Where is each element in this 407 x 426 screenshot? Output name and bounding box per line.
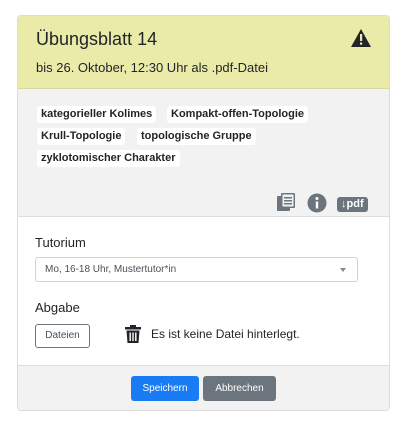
form-section: Tutorium Mo, 16-18 Uhr, Mustertutor*in A… bbox=[18, 217, 389, 365]
abgabe-label: Abgabe bbox=[35, 300, 80, 315]
tutorium-label: Tutorium bbox=[35, 235, 86, 250]
tag: topologische Gruppe bbox=[137, 128, 256, 145]
card-footer: Speichern Abbrechen bbox=[18, 365, 389, 410]
tag: Kompakt-offen-Topologie bbox=[167, 106, 308, 123]
trash-icon[interactable] bbox=[125, 325, 141, 343]
card-title: Übungsblatt 14 bbox=[36, 29, 158, 49]
save-button[interactable]: Speichern bbox=[131, 376, 199, 401]
files-button[interactable]: Dateien bbox=[35, 324, 90, 348]
info-icon[interactable] bbox=[307, 193, 327, 213]
cancel-button[interactable]: Abbrechen bbox=[203, 376, 276, 401]
card-subtitle: bis 26. Oktober, 12:30 Uhr als .pdf-Date… bbox=[36, 60, 268, 75]
card-header: Übungsblatt 14 bis 26. Oktober, 12:30 Uh… bbox=[18, 16, 389, 89]
documents-icon[interactable] bbox=[277, 193, 295, 211]
no-file-text: Es ist keine Datei hinterlegt. bbox=[151, 327, 300, 341]
pdf-download-button[interactable]: ↓pdf bbox=[337, 197, 368, 212]
tutorium-select-value: Mo, 16-18 Uhr, Mustertutor*in bbox=[45, 264, 177, 275]
chevron-down-icon bbox=[340, 268, 346, 272]
tag: zyklotomischer Charakter bbox=[37, 150, 180, 167]
tutorium-select[interactable]: Mo, 16-18 Uhr, Mustertutor*in bbox=[35, 257, 358, 282]
tag: Krull-Topologie bbox=[37, 128, 126, 145]
tag: kategorieller Kolimes bbox=[37, 106, 157, 123]
exercise-card: Übungsblatt 14 bis 26. Oktober, 12:30 Uh… bbox=[17, 15, 390, 411]
tags-section: kategorieller Kolimes Kompakt-offen-Topo… bbox=[18, 89, 389, 217]
warning-triangle-icon bbox=[351, 29, 371, 47]
